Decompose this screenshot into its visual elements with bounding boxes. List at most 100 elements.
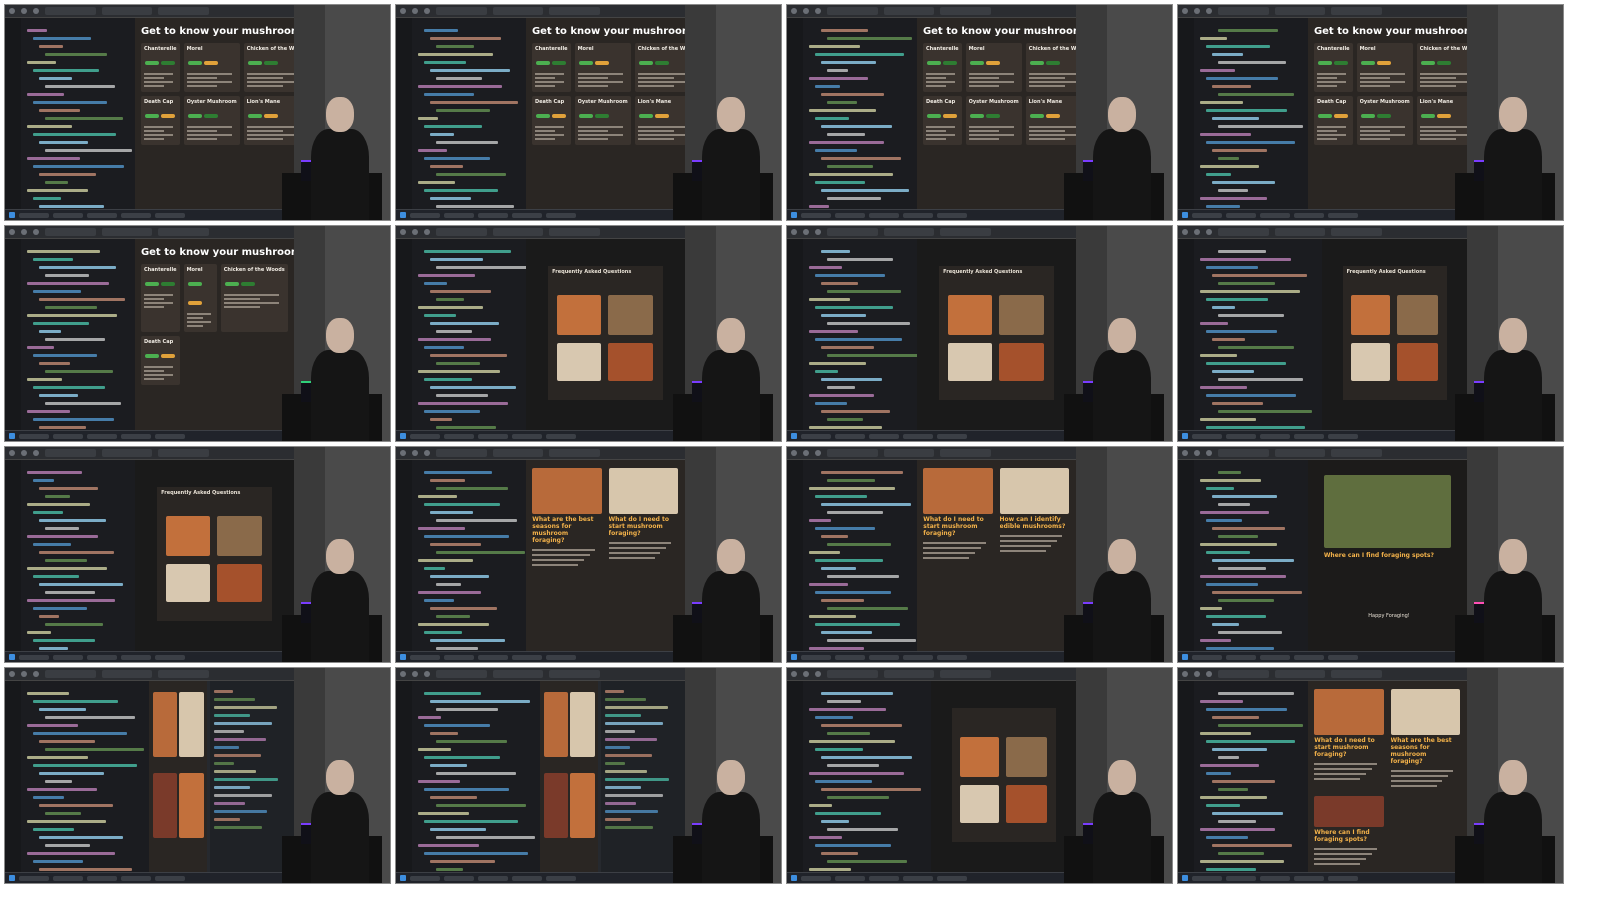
code-editor[interactable] — [787, 459, 917, 652]
browser-tab[interactable] — [827, 670, 878, 678]
window-control-icon[interactable] — [424, 7, 430, 14]
video-thumbnail[interactable] — [786, 667, 1173, 884]
window-control-icon[interactable] — [815, 7, 821, 14]
window-control-icon[interactable] — [412, 449, 418, 456]
browser-tab[interactable] — [940, 449, 991, 457]
video-thumbnail[interactable]: Frequently Asked Questions — [4, 446, 391, 663]
browser-tab[interactable] — [436, 449, 487, 457]
browser-tab[interactable] — [883, 670, 935, 678]
browser-tab[interactable] — [549, 449, 600, 457]
window-control-icon[interactable] — [791, 228, 797, 235]
windows-start-icon[interactable] — [1182, 212, 1188, 219]
taskbar-app-icon[interactable] — [835, 433, 865, 439]
window-control-icon[interactable] — [791, 449, 797, 456]
window-control-icon[interactable] — [400, 449, 406, 456]
taskbar-app-icon[interactable] — [546, 433, 576, 439]
taskbar-app-icon[interactable] — [121, 433, 151, 439]
taskbar-app-icon[interactable] — [1260, 433, 1290, 439]
window-control-icon[interactable] — [424, 228, 430, 235]
browser-tab[interactable] — [492, 670, 544, 678]
browser-tab[interactable] — [1218, 670, 1269, 678]
video-thumbnail[interactable]: Get to know your mushrooms Chanterelle Mor… — [4, 225, 391, 442]
window-control-icon[interactable] — [33, 228, 39, 235]
window-control-icon[interactable] — [803, 449, 809, 456]
browser-tab[interactable] — [436, 7, 487, 15]
browser-tab[interactable] — [45, 449, 96, 457]
taskbar-app-icon[interactable] — [1294, 875, 1324, 881]
windows-start-icon[interactable] — [400, 654, 406, 661]
taskbar-app-icon[interactable] — [937, 654, 967, 660]
browser-tab[interactable] — [101, 228, 153, 236]
windows-start-icon[interactable] — [791, 654, 797, 661]
video-thumbnail[interactable] — [395, 667, 782, 884]
browser-tab[interactable] — [940, 7, 991, 15]
code-editor[interactable] — [5, 238, 135, 431]
taskbar-app-icon[interactable] — [87, 212, 117, 218]
taskbar-app-icon[interactable] — [478, 433, 508, 439]
browser-tab[interactable] — [1331, 228, 1382, 236]
code-editor[interactable] — [787, 680, 932, 873]
taskbar-app-icon[interactable] — [1192, 433, 1222, 439]
window-control-icon[interactable] — [1194, 449, 1200, 456]
taskbar-app-icon[interactable] — [1192, 212, 1222, 218]
browser-tab[interactable] — [436, 670, 487, 678]
taskbar-app-icon[interactable] — [835, 875, 865, 881]
code-editor[interactable] — [787, 238, 917, 431]
browser-tab[interactable] — [101, 7, 153, 15]
browser-tab[interactable] — [827, 7, 878, 15]
taskbar-app-icon[interactable] — [444, 433, 474, 439]
code-editor[interactable] — [5, 17, 135, 210]
window-control-icon[interactable] — [803, 670, 809, 677]
video-thumbnail[interactable]: What do I need to start mushroom foragin… — [786, 446, 1173, 663]
taskbar-app-icon[interactable] — [1226, 433, 1256, 439]
browser-tab[interactable] — [1218, 449, 1269, 457]
window-control-icon[interactable] — [803, 228, 809, 235]
taskbar-app-icon[interactable] — [937, 875, 967, 881]
taskbar-app-icon[interactable] — [1192, 654, 1222, 660]
browser-tab[interactable] — [1274, 7, 1326, 15]
taskbar-app-icon[interactable] — [19, 433, 49, 439]
browser-tab[interactable] — [1331, 449, 1382, 457]
browser-tab[interactable] — [45, 228, 96, 236]
windows-start-icon[interactable] — [791, 433, 797, 440]
browser-tab[interactable] — [45, 670, 96, 678]
taskbar-app-icon[interactable] — [1226, 212, 1256, 218]
windows-start-icon[interactable] — [400, 433, 406, 440]
taskbar-app-icon[interactable] — [869, 212, 899, 218]
window-control-icon[interactable] — [424, 449, 430, 456]
taskbar-app-icon[interactable] — [444, 875, 474, 881]
code-editor[interactable] — [1178, 238, 1323, 431]
window-control-icon[interactable] — [1194, 7, 1200, 14]
browser-tab[interactable] — [492, 449, 544, 457]
browser-tab[interactable] — [436, 228, 487, 236]
taskbar-app-icon[interactable] — [410, 654, 440, 660]
taskbar-app-icon[interactable] — [903, 212, 933, 218]
video-thumbnail[interactable]: Frequently Asked Questions — [1177, 225, 1564, 442]
window-control-icon[interactable] — [803, 7, 809, 14]
browser-tab[interactable] — [827, 228, 878, 236]
browser-tab[interactable] — [1331, 7, 1382, 15]
windows-start-icon[interactable] — [9, 654, 15, 661]
window-control-icon[interactable] — [21, 7, 27, 14]
taskbar-app-icon[interactable] — [121, 654, 151, 660]
taskbar-app-icon[interactable] — [801, 433, 831, 439]
window-control-icon[interactable] — [1206, 228, 1212, 235]
window-control-icon[interactable] — [9, 449, 15, 456]
taskbar-app-icon[interactable] — [937, 212, 967, 218]
taskbar-app-icon[interactable] — [1260, 875, 1290, 881]
windows-start-icon[interactable] — [400, 212, 406, 219]
video-thumbnail[interactable]: Frequently Asked Questions — [786, 225, 1173, 442]
taskbar-app-icon[interactable] — [53, 875, 83, 881]
windows-start-icon[interactable] — [9, 875, 15, 882]
taskbar-app-icon[interactable] — [410, 212, 440, 218]
video-thumbnail[interactable]: Get to know your mushrooms Chanterelle Mor… — [1177, 4, 1564, 221]
video-thumbnail[interactable]: Get to know your mushrooms Chanterelle Mor… — [395, 4, 782, 221]
browser-tab[interactable] — [940, 228, 991, 236]
taskbar-app-icon[interactable] — [19, 875, 49, 881]
browser-tab[interactable] — [101, 670, 153, 678]
taskbar-app-icon[interactable] — [410, 433, 440, 439]
taskbar-app-icon[interactable] — [19, 654, 49, 660]
taskbar-app-icon[interactable] — [1294, 654, 1324, 660]
video-thumbnail[interactable]: What are the best seasons for mushroom f… — [395, 446, 782, 663]
taskbar-app-icon[interactable] — [835, 212, 865, 218]
